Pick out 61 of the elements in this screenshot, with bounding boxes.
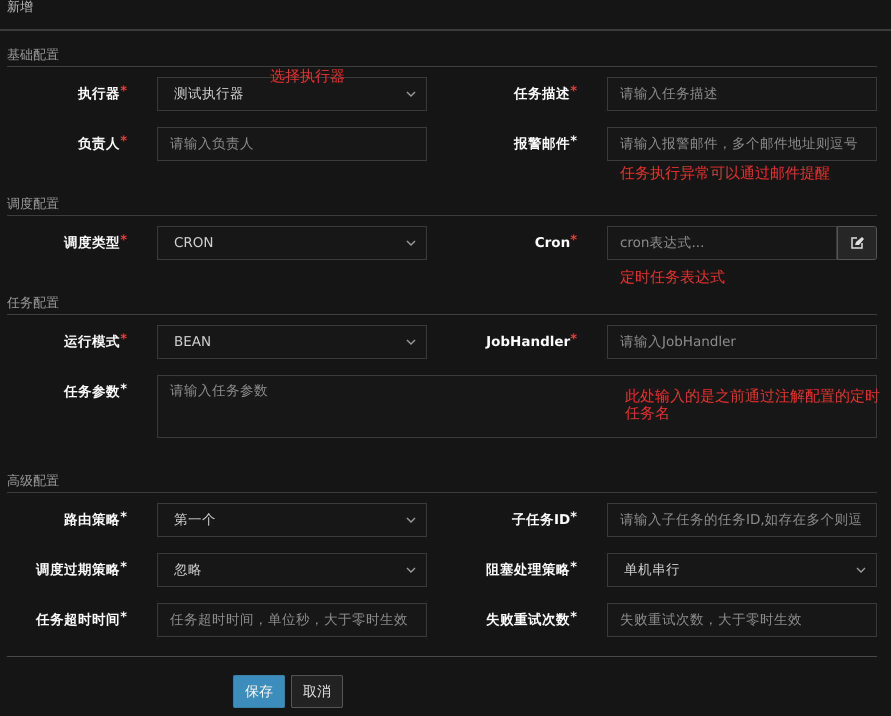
chevron-down-icon [406, 567, 416, 573]
required-mark: * [570, 511, 577, 525]
field-label: 运行模式 [64, 333, 120, 351]
section-title: 任务配置 [7, 295, 877, 315]
input-field[interactable]: cron表达式... [607, 226, 837, 260]
field-label: 负责人 [78, 135, 120, 153]
field-label: 任务参数 [64, 383, 120, 401]
required-mark: * [120, 511, 127, 525]
required-mark: * [120, 383, 127, 397]
required-mark: * [570, 234, 577, 248]
section-title: 高级配置 [7, 473, 877, 493]
chevron-down-icon [406, 91, 416, 97]
required-mark: * [570, 135, 577, 149]
select-field[interactable]: 第一个 [157, 503, 427, 537]
input-field[interactable]: 请输入报警邮件，多个邮件地址则逗号 [607, 127, 877, 161]
save-button[interactable]: 保存 [233, 675, 285, 708]
chevron-down-icon [406, 517, 416, 523]
field-label: 调度类型 [64, 234, 120, 252]
input-field[interactable]: 请输入负责人 [157, 127, 427, 161]
required-mark: * [120, 234, 127, 248]
select-field[interactable]: CRON [157, 226, 427, 260]
section-title: 基础配置 [7, 47, 877, 67]
required-mark: * [120, 561, 127, 575]
required-mark: * [120, 85, 127, 99]
edit-icon [850, 236, 864, 250]
edit-button[interactable] [837, 226, 877, 260]
select-field[interactable]: 单机串行 [607, 553, 877, 587]
required-mark: * [120, 135, 127, 149]
annotation-text: 任务执行异常可以通过邮件提醒 [620, 165, 830, 182]
field-label: JobHandler [486, 333, 570, 351]
required-mark: * [570, 333, 577, 347]
required-mark: * [120, 611, 127, 625]
field-label: 阻塞处理策略 [486, 561, 570, 579]
input-field[interactable]: 失败重试次数，大于零时生效 [607, 603, 877, 637]
chevron-down-icon [406, 240, 416, 246]
select-field[interactable]: 忽略 [157, 553, 427, 587]
input-field[interactable]: 请输入任务描述 [607, 77, 877, 111]
input-field[interactable]: 任务超时时间，单位秒，大于零时生效 [157, 603, 427, 637]
field-label: 报警邮件 [514, 135, 570, 153]
field-label: 任务超时时间 [36, 611, 120, 629]
chevron-down-icon [856, 567, 866, 573]
field-label: 失败重试次数 [486, 611, 570, 629]
dialog-title: 新增 [7, 0, 34, 15]
field-label: 任务描述 [514, 85, 570, 103]
required-mark: * [570, 85, 577, 99]
field-label: 子任务ID [512, 511, 570, 529]
required-mark: * [570, 561, 577, 575]
required-mark: * [570, 611, 577, 625]
section-title: 调度配置 [7, 196, 877, 216]
textarea-field[interactable]: 请输入任务参数 此处输入的是之前通过注解配置的定时任务名 [157, 375, 877, 438]
field-label: 执行器 [78, 85, 120, 103]
field-label: Cron [534, 234, 570, 252]
field-label: 路由策略 [64, 511, 120, 529]
select-field[interactable]: BEAN [157, 325, 427, 359]
input-field[interactable]: 请输入子任务的任务ID,如存在多个则逗 [607, 503, 877, 537]
field-label: 调度过期策略 [36, 561, 120, 579]
required-mark: * [120, 333, 127, 347]
cancel-button[interactable]: 取消 [291, 675, 343, 708]
input-field[interactable]: 请输入JobHandler [607, 325, 877, 359]
chevron-down-icon [406, 339, 416, 345]
annotation-text: 定时任务表达式 [620, 269, 725, 286]
